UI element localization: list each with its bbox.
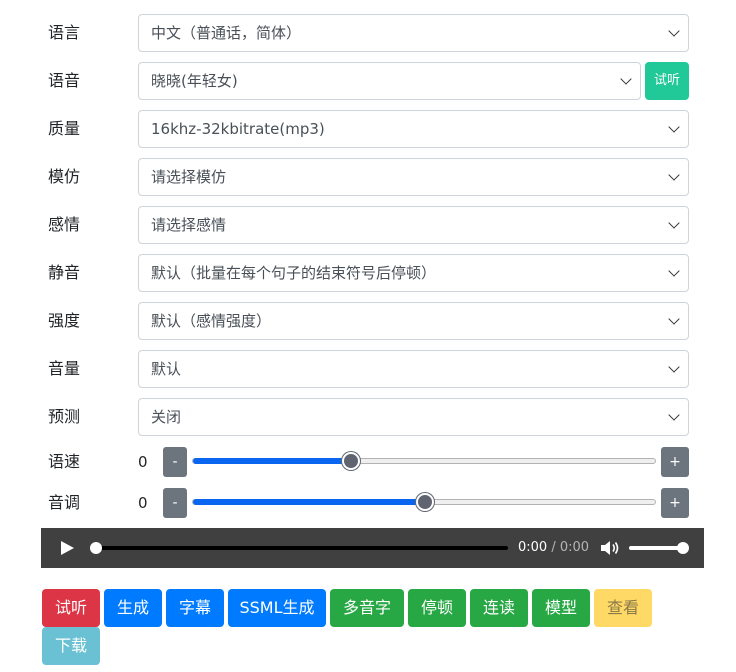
language-label: 语言: [48, 23, 81, 42]
volume-slider-handle[interactable]: [677, 542, 689, 554]
volume-slider[interactable]: [629, 542, 689, 554]
speaker-icon[interactable]: [600, 540, 620, 556]
generate-button[interactable]: 生成: [104, 589, 162, 627]
pause-button[interactable]: 停顿: [408, 589, 466, 627]
audio-time-separator: /: [551, 540, 556, 555]
predict-label: 预测: [48, 407, 81, 426]
volume-select[interactable]: 默认: [138, 350, 689, 388]
chevron-down-icon: [668, 361, 680, 373]
rate-value: 0: [138, 453, 148, 471]
rate-slider-handle[interactable]: [342, 452, 360, 470]
imitate-select-value: 请选择模仿: [151, 168, 227, 186]
audio-duration: 0:00: [559, 540, 590, 555]
rate-decrease-button[interactable]: -: [163, 447, 187, 477]
audio-player: 0:00 / 0:00: [41, 528, 704, 568]
voice-row: 语音 晓晓(年轻女) 试听: [0, 62, 736, 100]
intensity-label: 强度: [48, 311, 81, 330]
imitate-label: 模仿: [48, 167, 81, 186]
polyphone-button[interactable]: 多音字: [330, 589, 404, 627]
download-button[interactable]: 下载: [42, 627, 100, 665]
voice-try-button[interactable]: 试听: [645, 62, 689, 100]
rate-slider[interactable]: [192, 452, 656, 470]
language-select[interactable]: 中文（普通话，简体）: [138, 14, 689, 52]
pitch-slider[interactable]: [192, 493, 656, 511]
pitch-slider-handle[interactable]: [416, 493, 434, 511]
chevron-down-icon: [668, 409, 680, 421]
predict-select[interactable]: 关闭: [138, 398, 689, 436]
pitch-value: 0: [138, 494, 148, 512]
ssml-generate-button[interactable]: SSML生成: [228, 589, 326, 627]
chevron-down-icon: [668, 25, 680, 37]
pitch-increase-button[interactable]: +: [661, 488, 689, 518]
chevron-down-icon: [620, 73, 632, 85]
silence-select-value: 默认（批量在每个句子的结束符号后停顿）: [151, 264, 437, 282]
subtitle-button[interactable]: 字幕: [166, 589, 224, 627]
audio-progress-bar[interactable]: [90, 542, 508, 554]
chevron-down-icon: [668, 217, 680, 229]
quality-select-value: 16khz-32kbitrate(mp3): [151, 120, 325, 138]
chevron-down-icon: [668, 265, 680, 277]
intensity-select[interactable]: 默认（感情强度）: [138, 302, 689, 340]
audio-progress-handle[interactable]: [90, 542, 102, 554]
rate-slider-row: 语速 0 - +: [0, 446, 736, 478]
pitch-label: 音调: [48, 493, 81, 512]
voice-select[interactable]: 晓晓(年轻女): [138, 62, 641, 100]
voice-label: 语音: [48, 71, 81, 90]
emotion-select-value: 请选择感情: [151, 216, 227, 234]
continuous-read-button[interactable]: 连读: [470, 589, 528, 627]
intensity-select-value: 默认（感情强度）: [151, 312, 272, 330]
intensity-row: 强度 默认（感情强度）: [0, 302, 736, 340]
emotion-row: 感情 请选择感情: [0, 206, 736, 244]
audio-current-time: 0:00: [518, 540, 548, 555]
imitate-select[interactable]: 请选择模仿: [138, 158, 689, 196]
pitch-slider-fill: [193, 499, 425, 505]
chevron-down-icon: [668, 313, 680, 325]
predict-select-value: 关闭: [151, 408, 182, 426]
chevron-down-icon: [668, 169, 680, 181]
emotion-select[interactable]: 请选择感情: [138, 206, 689, 244]
imitate-row: 模仿 请选择模仿: [0, 158, 736, 196]
view-button[interactable]: 查看: [594, 589, 652, 627]
voice-select-value: 晓晓(年轻女): [151, 72, 238, 90]
model-button[interactable]: 模型: [532, 589, 590, 627]
rate-slider-fill: [193, 458, 351, 464]
pitch-slider-row: 音调 0 - +: [0, 487, 736, 519]
predict-row: 预测 关闭: [0, 398, 736, 436]
quality-row: 质量 16khz-32kbitrate(mp3): [0, 110, 736, 148]
pitch-decrease-button[interactable]: -: [163, 488, 187, 518]
rate-label: 语速: [48, 452, 81, 471]
rate-increase-button[interactable]: +: [661, 447, 689, 477]
silence-select[interactable]: 默认（批量在每个句子的结束符号后停顿）: [138, 254, 689, 292]
volume-select-value: 默认: [151, 360, 182, 378]
language-row: 语言 中文（普通话，简体）: [0, 14, 736, 52]
emotion-label: 感情: [48, 215, 81, 234]
quality-select[interactable]: 16khz-32kbitrate(mp3): [138, 110, 689, 148]
try-listen-button[interactable]: 试听: [42, 589, 100, 627]
play-icon[interactable]: [61, 541, 74, 555]
volume-row: 音量 默认: [0, 350, 736, 388]
quality-label: 质量: [48, 119, 81, 138]
chevron-down-icon: [668, 121, 680, 133]
audio-time: 0:00 / 0:00: [518, 528, 589, 568]
silence-row: 静音 默认（批量在每个句子的结束符号后停顿）: [0, 254, 736, 292]
volume-label: 音量: [48, 359, 81, 378]
silence-label: 静音: [48, 263, 81, 282]
language-select-value: 中文（普通话，简体）: [151, 24, 302, 42]
